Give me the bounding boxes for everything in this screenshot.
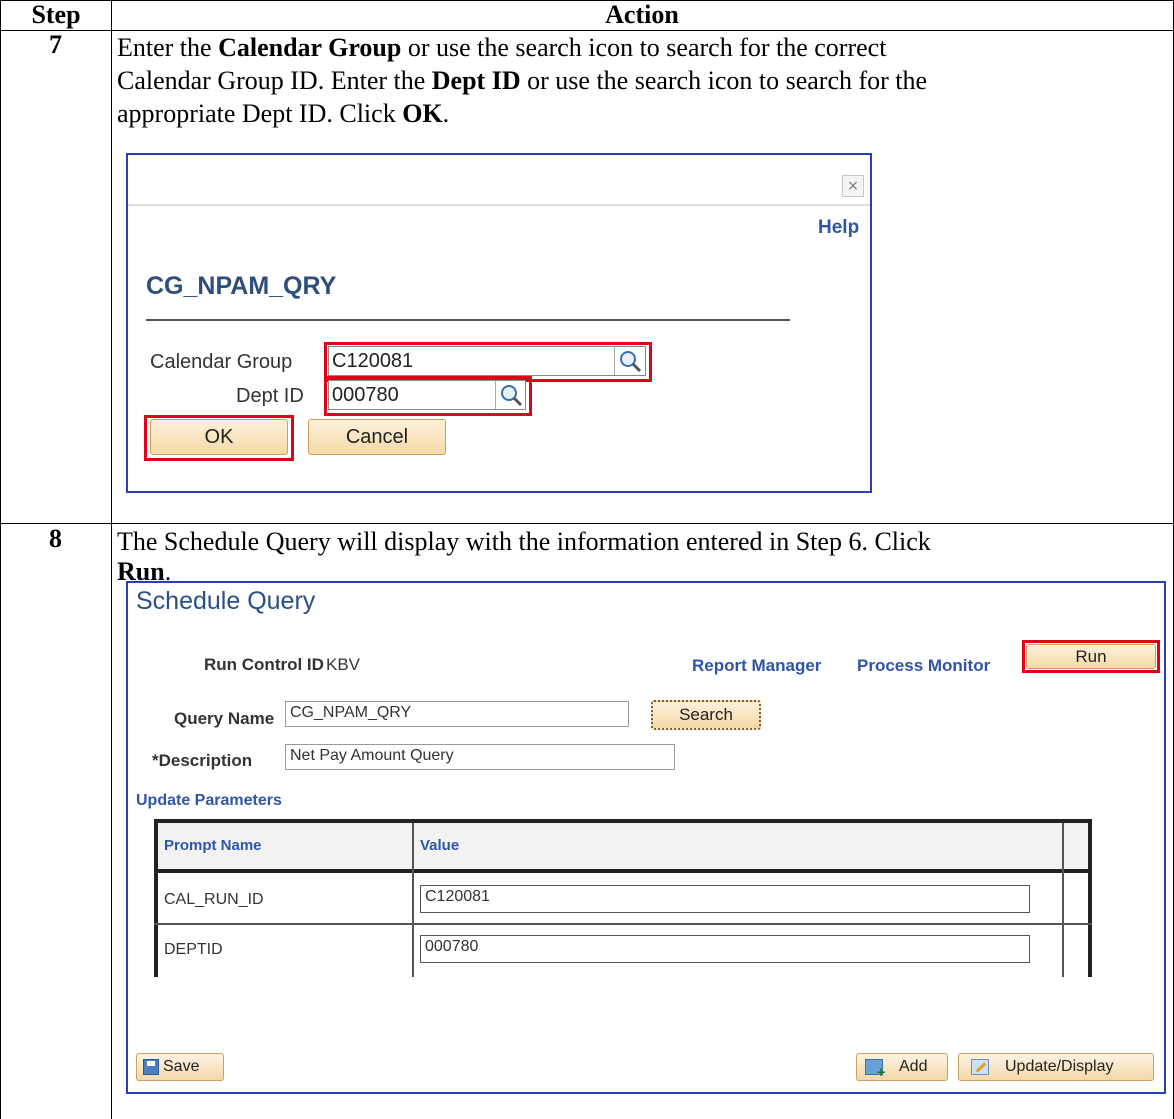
ok-button[interactable]: OK <box>150 419 288 455</box>
row-divider <box>0 523 1174 524</box>
run-control-label: Run Control ID <box>204 655 324 674</box>
procedure-table: Step Action 7 Enter the Calendar Group o… <box>0 0 1174 1119</box>
report-manager-link[interactable]: Report Manager <box>692 656 821 676</box>
query-name-label: Query Name <box>174 709 275 728</box>
step-instruction-line: appropriate Dept ID. Click OK. <box>117 99 450 128</box>
step-number: 8 <box>49 524 62 553</box>
grid-divider <box>412 823 414 977</box>
header-action: Action <box>605 0 679 29</box>
step-instruction-line: Calendar Group ID. Enter the Dept ID or … <box>117 66 928 95</box>
query-name-input[interactable]: CG_NPAM_QRY <box>285 701 629 727</box>
grid-cell-prompt: CAL_RUN_ID <box>164 891 264 908</box>
description-input[interactable]: Net Pay Amount Query <box>285 744 675 770</box>
close-button[interactable]: × <box>842 175 864 197</box>
run-control-value: KBV <box>326 655 361 674</box>
process-monitor-link[interactable]: Process Monitor <box>857 656 990 676</box>
grid-cell-value-input[interactable]: 000780 <box>420 935 1030 963</box>
save-button-label: Save <box>163 1058 200 1075</box>
schedule-query-screenshot: Schedule Query Run Control ID KBV Report… <box>126 581 1166 1094</box>
step-number: 7 <box>49 30 62 59</box>
title-rule <box>146 319 790 321</box>
search-icon[interactable] <box>614 347 644 375</box>
search-icon[interactable] <box>495 381 525 409</box>
calendar-group-input[interactable]: C120081 <box>328 346 646 376</box>
table-border-left <box>0 0 1 1119</box>
update-parameters-link[interactable]: Update Parameters <box>136 792 282 810</box>
grid-border <box>154 869 1092 873</box>
grid-cell-prompt: DEPTID <box>164 941 223 958</box>
add-button[interactable]: + Add <box>856 1053 948 1081</box>
update-display-button-label: Update/Display <box>1005 1058 1114 1075</box>
grid-divider <box>1062 823 1064 977</box>
grid-border <box>1088 819 1092 977</box>
search-button[interactable]: Search <box>651 700 761 730</box>
dept-id-label: Dept ID <box>236 385 304 407</box>
grid-divider <box>154 923 1092 925</box>
grid-header-prompt: Prompt Name <box>164 837 262 854</box>
dialog-title: CG_NPAM_QRY <box>146 272 337 300</box>
save-icon <box>143 1059 159 1075</box>
step-instruction-line: Enter the Calendar Group or use the sear… <box>117 33 887 62</box>
step-instruction-line: The Schedule Query will display with the… <box>117 527 931 556</box>
add-button-label: Add <box>899 1058 928 1075</box>
help-link[interactable]: Help <box>818 217 859 239</box>
run-button[interactable]: Run <box>1026 644 1156 669</box>
description-label: *Description <box>152 751 253 770</box>
pencil-icon <box>971 1059 989 1075</box>
prompt-dialog-screenshot: × Help CG_NPAM_QRY Calendar Group C12008… <box>126 153 872 493</box>
calendar-group-label: Calendar Group <box>150 351 293 373</box>
dialog-header-divider <box>128 204 870 206</box>
grid-cell-value-input[interactable]: C120081 <box>420 885 1030 913</box>
add-icon: + <box>865 1059 886 1078</box>
grid-header-value: Value <box>420 837 460 854</box>
cancel-button[interactable]: Cancel <box>308 419 446 455</box>
parameters-grid: Prompt Name Value CAL_RUN_ID C120081 DEP… <box>154 819 1092 977</box>
header-step: Step <box>31 0 81 29</box>
save-button[interactable]: Save <box>136 1053 224 1081</box>
grid-header <box>158 823 1088 869</box>
page-title: Schedule Query <box>136 587 316 615</box>
column-divider <box>111 0 112 1119</box>
update-display-button[interactable]: Update/Display <box>958 1053 1154 1081</box>
header-divider <box>0 30 1174 31</box>
